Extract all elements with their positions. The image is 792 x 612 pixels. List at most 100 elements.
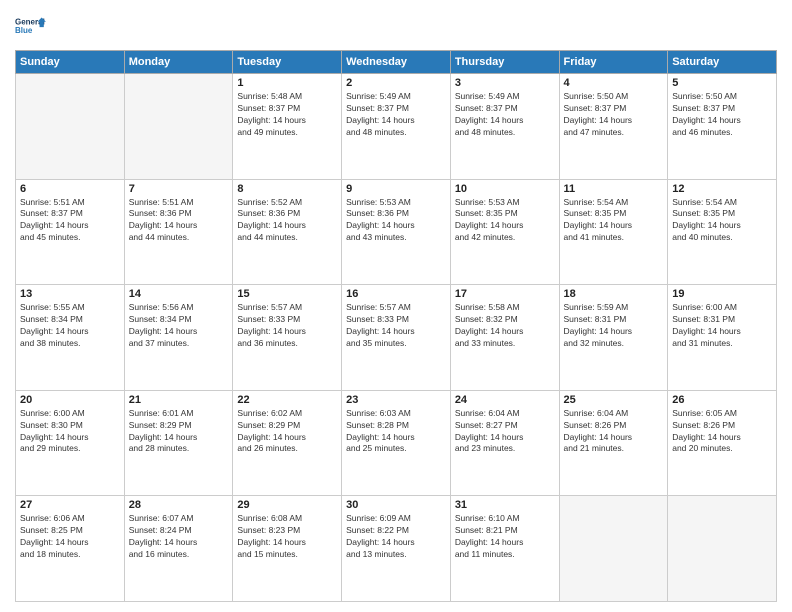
- day-number: 14: [129, 288, 229, 300]
- weekday-header: Saturday: [668, 51, 777, 74]
- day-info: Sunrise: 5:52 AM Sunset: 8:36 PM Dayligh…: [237, 197, 337, 245]
- day-info: Sunrise: 5:51 AM Sunset: 8:36 PM Dayligh…: [129, 197, 229, 245]
- calendar-cell: 22 Sunrise: 6:02 AM Sunset: 8:29 PM Dayli…: [233, 390, 342, 496]
- day-number: 15: [237, 288, 337, 300]
- calendar-cell: 27 Sunrise: 6:06 AM Sunset: 8:25 PM Dayli…: [16, 496, 125, 602]
- calendar-cell: 1 Sunrise: 5:48 AM Sunset: 8:37 PM Daylig…: [233, 74, 342, 180]
- day-number: 31: [455, 499, 555, 511]
- day-number: 9: [346, 183, 446, 195]
- day-info: Sunrise: 5:54 AM Sunset: 8:35 PM Dayligh…: [564, 197, 664, 245]
- calendar-week-row: 20Sunrise: 6:00 AM Sunset: 8:30 PM Dayli…: [16, 390, 777, 496]
- calendar-week-row: 13 Sunrise: 5:55 AM Sunset: 8:34 PM Dayli…: [16, 285, 777, 391]
- day-info: Sunrise: 5:56 AM Sunset: 8:34 PM Dayligh…: [129, 302, 229, 350]
- day-info: Sunrise: 5:53 AM Sunset: 8:36 PM Dayligh…: [346, 197, 446, 245]
- calendar-cell: [124, 74, 233, 180]
- calendar-header: SundayMondayTuesdayWednesdayThursdayFrid…: [16, 51, 777, 74]
- day-number: 7: [129, 183, 229, 195]
- calendar-cell: 5 Sunrise: 5:50 AM Sunset: 8:37 PM Daylig…: [668, 74, 777, 180]
- day-info: Sunrise: 5:58 AM Sunset: 8:32 PM Dayligh…: [455, 302, 555, 350]
- calendar-body: 1 Sunrise: 5:48 AM Sunset: 8:37 PM Daylig…: [16, 74, 777, 602]
- day-number: 11: [564, 183, 664, 195]
- calendar-cell: 18Sunrise: 5:59 AM Sunset: 8:31 PM Dayli…: [559, 285, 668, 391]
- day-info: Sunrise: 6:02 AM Sunset: 8:29 PM Dayligh…: [237, 408, 337, 456]
- calendar-week-row: 27 Sunrise: 6:06 AM Sunset: 8:25 PM Dayli…: [16, 496, 777, 602]
- day-info: Sunrise: 6:04 AM Sunset: 8:27 PM Dayligh…: [455, 408, 555, 456]
- day-number: 10: [455, 183, 555, 195]
- day-number: 16: [346, 288, 446, 300]
- calendar-cell: 9 Sunrise: 5:53 AM Sunset: 8:36 PM Daylig…: [342, 179, 451, 285]
- weekday-header: Thursday: [450, 51, 559, 74]
- day-info: Sunrise: 6:07 AM Sunset: 8:24 PM Dayligh…: [129, 513, 229, 561]
- calendar-cell: 29 Sunrise: 6:08 AM Sunset: 8:23 PM Dayli…: [233, 496, 342, 602]
- day-number: 8: [237, 183, 337, 195]
- day-info: Sunrise: 6:05 AM Sunset: 8:26 PM Dayligh…: [672, 408, 772, 456]
- day-info: Sunrise: 6:01 AM Sunset: 8:29 PM Dayligh…: [129, 408, 229, 456]
- day-info: Sunrise: 6:10 AM Sunset: 8:21 PM Dayligh…: [455, 513, 555, 561]
- calendar-cell: 31 Sunrise: 6:10 AM Sunset: 8:21 PM Dayli…: [450, 496, 559, 602]
- day-info: Sunrise: 6:00 AM Sunset: 8:31 PM Dayligh…: [672, 302, 772, 350]
- day-number: 4: [564, 77, 664, 89]
- day-info: Sunrise: 6:08 AM Sunset: 8:23 PM Dayligh…: [237, 513, 337, 561]
- calendar-cell: 7 Sunrise: 5:51 AM Sunset: 8:36 PM Daylig…: [124, 179, 233, 285]
- calendar-cell: 3 Sunrise: 5:49 AM Sunset: 8:37 PM Daylig…: [450, 74, 559, 180]
- day-info: Sunrise: 5:57 AM Sunset: 8:33 PM Dayligh…: [237, 302, 337, 350]
- calendar-cell: 10 Sunrise: 5:53 AM Sunset: 8:35 PM Dayli…: [450, 179, 559, 285]
- day-info: Sunrise: 5:48 AM Sunset: 8:37 PM Dayligh…: [237, 91, 337, 139]
- day-number: 25: [564, 394, 664, 406]
- calendar-cell: 14 Sunrise: 5:56 AM Sunset: 8:34 PM Dayli…: [124, 285, 233, 391]
- day-number: 12: [672, 183, 772, 195]
- weekday-header-row: SundayMondayTuesdayWednesdayThursdayFrid…: [16, 51, 777, 74]
- weekday-header: Tuesday: [233, 51, 342, 74]
- day-number: 23: [346, 394, 446, 406]
- svg-text:Blue: Blue: [15, 26, 33, 35]
- day-info: Sunrise: 5:54 AM Sunset: 8:35 PM Dayligh…: [672, 197, 772, 245]
- calendar-cell: 25 Sunrise: 6:04 AM Sunset: 8:26 PM Dayli…: [559, 390, 668, 496]
- calendar-cell: [559, 496, 668, 602]
- calendar-cell: 15 Sunrise: 5:57 AM Sunset: 8:33 PM Dayli…: [233, 285, 342, 391]
- day-info: Sunrise: 5:50 AM Sunset: 8:37 PM Dayligh…: [564, 91, 664, 139]
- day-info: Sunrise: 5:55 AM Sunset: 8:34 PM Dayligh…: [20, 302, 120, 350]
- calendar-cell: 11 Sunrise: 5:54 AM Sunset: 8:35 PM Dayli…: [559, 179, 668, 285]
- day-number: 27: [20, 499, 120, 511]
- calendar-cell: 28Sunrise: 6:07 AM Sunset: 8:24 PM Dayli…: [124, 496, 233, 602]
- calendar-cell: 26 Sunrise: 6:05 AM Sunset: 8:26 PM Dayli…: [668, 390, 777, 496]
- calendar-cell: 4 Sunrise: 5:50 AM Sunset: 8:37 PM Daylig…: [559, 74, 668, 180]
- day-number: 13: [20, 288, 120, 300]
- calendar-cell: 19Sunrise: 6:00 AM Sunset: 8:31 PM Dayli…: [668, 285, 777, 391]
- calendar-cell: 21 Sunrise: 6:01 AM Sunset: 8:29 PM Dayli…: [124, 390, 233, 496]
- day-info: Sunrise: 6:04 AM Sunset: 8:26 PM Dayligh…: [564, 408, 664, 456]
- weekday-header: Sunday: [16, 51, 125, 74]
- day-number: 21: [129, 394, 229, 406]
- calendar-cell: 17 Sunrise: 5:58 AM Sunset: 8:32 PM Dayli…: [450, 285, 559, 391]
- calendar-cell: 24 Sunrise: 6:04 AM Sunset: 8:27 PM Dayli…: [450, 390, 559, 496]
- calendar-cell: 6Sunrise: 5:51 AM Sunset: 8:37 PM Daylig…: [16, 179, 125, 285]
- day-info: Sunrise: 5:50 AM Sunset: 8:37 PM Dayligh…: [672, 91, 772, 139]
- weekday-header: Wednesday: [342, 51, 451, 74]
- calendar-cell: 20Sunrise: 6:00 AM Sunset: 8:30 PM Dayli…: [16, 390, 125, 496]
- day-number: 3: [455, 77, 555, 89]
- page-header: General Blue: [15, 10, 777, 42]
- day-number: 17: [455, 288, 555, 300]
- day-number: 6: [20, 183, 120, 195]
- calendar-cell: 2Sunrise: 5:49 AM Sunset: 8:37 PM Daylig…: [342, 74, 451, 180]
- day-info: Sunrise: 5:53 AM Sunset: 8:35 PM Dayligh…: [455, 197, 555, 245]
- calendar-table: SundayMondayTuesdayWednesdayThursdayFrid…: [15, 50, 777, 602]
- day-info: Sunrise: 5:49 AM Sunset: 8:37 PM Dayligh…: [455, 91, 555, 139]
- weekday-header: Monday: [124, 51, 233, 74]
- day-number: 20: [20, 394, 120, 406]
- day-number: 1: [237, 77, 337, 89]
- calendar-cell: 16 Sunrise: 5:57 AM Sunset: 8:33 PM Dayli…: [342, 285, 451, 391]
- calendar-cell: 30Sunrise: 6:09 AM Sunset: 8:22 PM Dayli…: [342, 496, 451, 602]
- calendar-cell: 13 Sunrise: 5:55 AM Sunset: 8:34 PM Dayli…: [16, 285, 125, 391]
- day-info: Sunrise: 5:57 AM Sunset: 8:33 PM Dayligh…: [346, 302, 446, 350]
- day-number: 18: [564, 288, 664, 300]
- calendar-week-row: 6Sunrise: 5:51 AM Sunset: 8:37 PM Daylig…: [16, 179, 777, 285]
- day-info: Sunrise: 6:06 AM Sunset: 8:25 PM Dayligh…: [20, 513, 120, 561]
- logo-svg: General Blue: [15, 10, 47, 42]
- day-number: 26: [672, 394, 772, 406]
- day-number: 22: [237, 394, 337, 406]
- day-number: 24: [455, 394, 555, 406]
- day-info: Sunrise: 6:09 AM Sunset: 8:22 PM Dayligh…: [346, 513, 446, 561]
- day-number: 5: [672, 77, 772, 89]
- day-number: 29: [237, 499, 337, 511]
